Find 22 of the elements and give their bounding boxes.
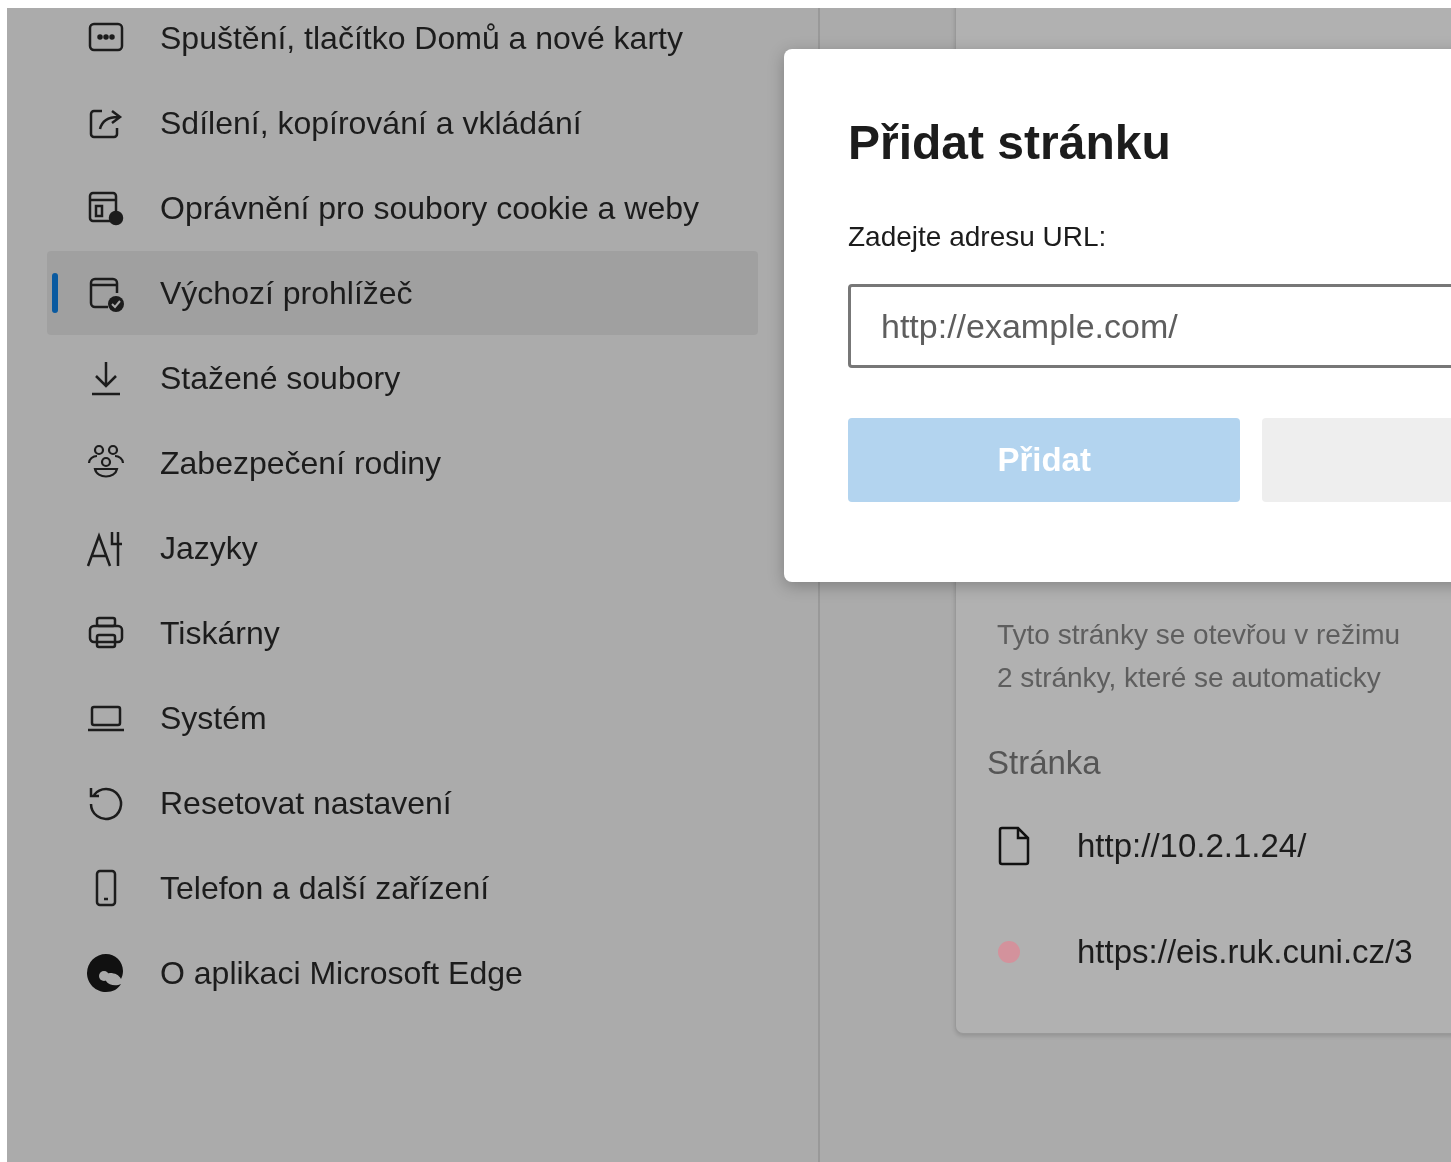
sidebar-item[interactable]: Telefon a další zařízení	[47, 846, 758, 930]
description-text: Tyto stránky se otevřou v režimu	[997, 618, 1402, 652]
sidebar-item[interactable]: Výchozí prohlížeč	[47, 251, 758, 335]
column-header: Stránka	[987, 743, 1102, 783]
description-text: 2 stránky, které se automaticky	[997, 661, 1382, 695]
document-icon	[997, 826, 1031, 866]
sidebar-item[interactable]: Stažené soubory	[47, 336, 758, 420]
dialog-title: Přidat stránku	[848, 115, 1172, 171]
sidebar-item[interactable]: Tiskárny	[47, 591, 758, 675]
site-favicon-icon	[997, 940, 1021, 964]
sidebar-item[interactable]: Zabezpečení rodiny	[47, 421, 758, 505]
sidebar-item[interactable]: Spuštění, tlačítko Domů a nové karty	[47, 8, 758, 80]
sidebar-item[interactable]: Resetovat nastavení	[47, 761, 758, 845]
page-url[interactable]: http://10.2.1.24/	[1077, 827, 1307, 865]
sidebar-item[interactable]: Oprávnění pro soubory cookie a weby	[47, 166, 758, 250]
page-url[interactable]: https://eis.ruk.cuni.cz/3	[1077, 933, 1413, 971]
url-input-field[interactable]: http://example.com/	[848, 284, 1451, 368]
sidebar-item[interactable]: Systém	[47, 676, 758, 760]
sidebar-item[interactable]: O aplikaci Microsoft Edge	[47, 931, 758, 1015]
sidebar-item[interactable]: Jazyky	[47, 506, 758, 590]
field-label: Zadejte adresu URL:	[848, 220, 1108, 254]
sidebar-item[interactable]: Sdílení, kopírování a vkládání	[47, 81, 758, 165]
